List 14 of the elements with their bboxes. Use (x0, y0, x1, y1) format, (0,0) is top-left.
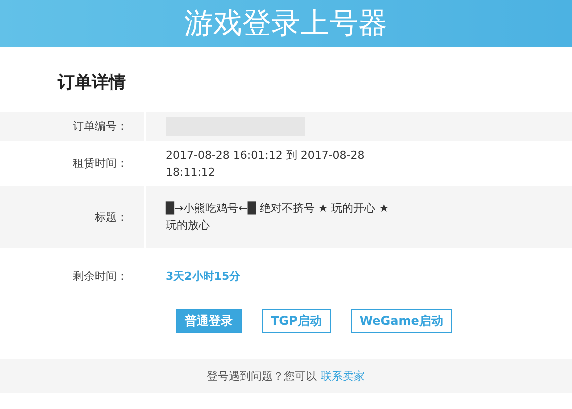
remaining-time: 3天2小时15分 (166, 269, 241, 285)
help-text: 登号遇到问题？您可以 (207, 368, 317, 384)
field-label: 订单编号： (73, 119, 128, 134)
field-value: 2017-08-28 16:01:12 到 2017-08-28 18:11:12 (166, 148, 366, 180)
field-label: 剩余时间： (73, 269, 128, 284)
field-label: 标题： (95, 210, 128, 224)
app-title: 游戏登录上号器 (184, 4, 388, 42)
contact-seller-link[interactable]: 联系卖家 (321, 368, 365, 384)
field-value: █→小熊吃鸡号←█ 绝对不挤号 ★ 玩的开心 ★ 玩的放心 (166, 200, 390, 234)
launch-button[interactable]: WeGame启动 (350, 309, 452, 333)
section-title: 订单详情 (56, 72, 127, 95)
launch-button[interactable]: 普通登录 (176, 309, 242, 333)
field-label: 租赁时间： (73, 156, 128, 171)
launch-button[interactable]: TGP启动 (262, 309, 331, 333)
